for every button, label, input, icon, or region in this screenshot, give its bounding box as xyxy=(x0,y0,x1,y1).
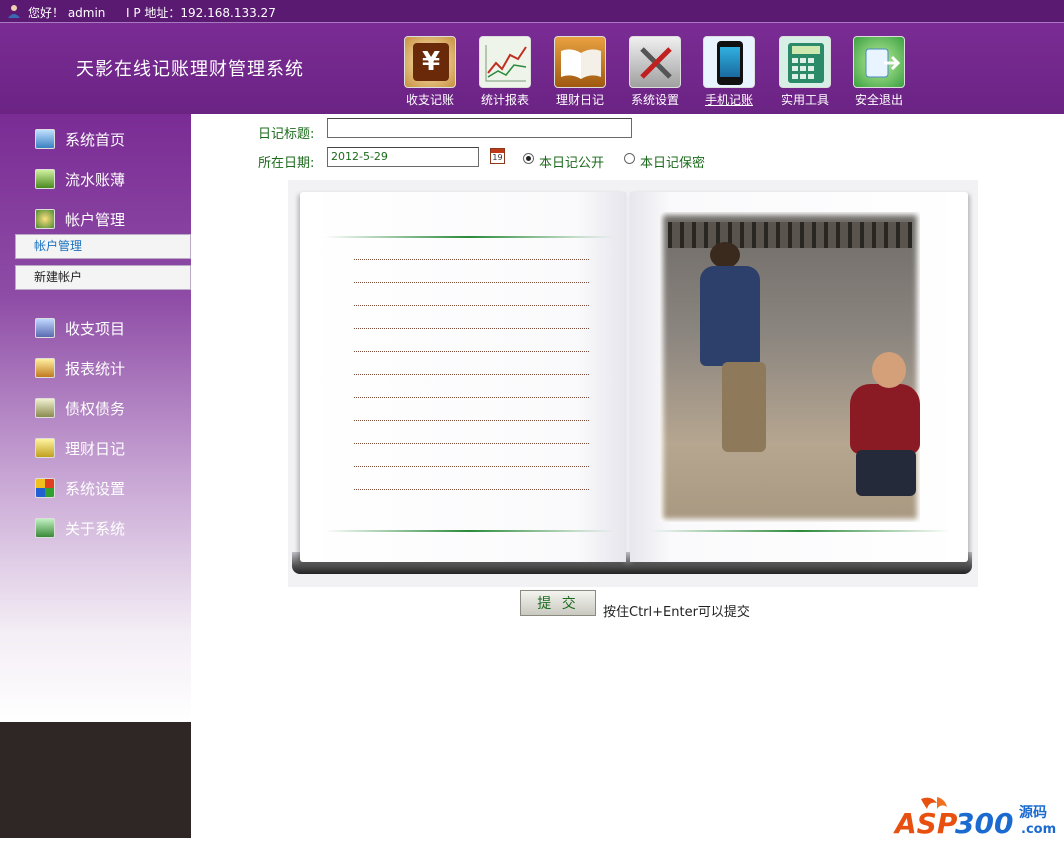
debt-icon xyxy=(35,398,55,418)
ledger-icon xyxy=(35,169,55,189)
radio-public[interactable] xyxy=(523,153,534,164)
sidebar-item-ledger[interactable]: 流水账薄 xyxy=(35,167,125,191)
radio-private[interactable] xyxy=(624,153,635,164)
toolbar-income-expense[interactable]: ¥ 收支记账 xyxy=(398,36,462,108)
svg-text:源码: 源码 xyxy=(1019,804,1047,821)
toolbar-safe-exit[interactable]: 安全退出 xyxy=(847,36,911,108)
diary-date-label: 所在日期: xyxy=(258,156,315,171)
submit-button[interactable]: 提 交 xyxy=(520,590,596,616)
account-icon xyxy=(35,209,55,229)
header: 天影在线记账理财管理系统 ¥ 收支记账 统计报表 理财日记 系统设置 手机记账 … xyxy=(0,23,1064,114)
kids-wall-photo xyxy=(660,212,920,522)
sidebar-item-home[interactable]: 系统首页 xyxy=(35,127,125,151)
submit-hint: 按住Ctrl+Enter可以提交 xyxy=(603,605,750,620)
radio-private-label: 本日记保密 xyxy=(640,156,706,171)
svg-text:ASP: ASP xyxy=(893,807,958,838)
svg-text:.com: .com xyxy=(1021,822,1056,837)
mobile-phone-icon xyxy=(703,36,755,88)
sidebar-item-about[interactable]: 关于系统 xyxy=(35,516,125,540)
diary-icon xyxy=(35,438,55,458)
sidebar-item-income-expense-items[interactable]: 收支项目 xyxy=(35,316,125,340)
diary-book xyxy=(288,180,978,587)
stats-icon xyxy=(35,358,55,378)
sidebar-footer xyxy=(0,722,191,838)
radio-public-label: 本日记公开 xyxy=(539,156,605,171)
sidebar-sub-account-manage[interactable]: 帐户管理 xyxy=(15,234,191,259)
windows-settings-icon xyxy=(35,478,55,498)
chart-report-icon xyxy=(479,36,531,88)
svg-text:300: 300 xyxy=(955,807,1013,838)
home-icon xyxy=(35,129,55,149)
diary-writing-page[interactable] xyxy=(300,192,626,562)
calculator-icon xyxy=(779,36,831,88)
toolbar-finance-diary[interactable]: 理财日记 xyxy=(548,36,612,108)
toolbar-system-settings[interactable]: 系统设置 xyxy=(623,36,687,108)
system-title: 天影在线记账理财管理系统 xyxy=(76,59,304,80)
open-book-icon xyxy=(554,36,606,88)
exit-icon xyxy=(853,36,905,88)
calendar-icon[interactable]: 19 xyxy=(490,148,505,164)
diary-title-label: 日记标题: xyxy=(258,127,315,142)
user-icon xyxy=(8,5,20,18)
diary-title-input[interactable] xyxy=(327,118,632,138)
ip-address-text: I P 地址：192.168.133.27 xyxy=(126,6,276,20)
sidebar-item-account[interactable]: 帐户管理 xyxy=(35,207,125,231)
sidebar-item-report-stats[interactable]: 报表统计 xyxy=(35,356,125,380)
diary-date-input[interactable]: 2012-5-29 xyxy=(327,147,479,167)
greeting-text: 您好！ admin xyxy=(28,6,106,20)
sidebar-item-debt[interactable]: 债权债务 xyxy=(35,396,125,420)
yuan-ledger-icon: ¥ xyxy=(404,36,456,88)
toolbar-mobile-accounting[interactable]: 手机记账 xyxy=(697,36,761,108)
top-info-bar: 您好！ admin I P 地址：192.168.133.27 xyxy=(0,0,1064,23)
tools-icon xyxy=(629,36,681,88)
about-icon xyxy=(35,518,55,538)
toolbar-utilities[interactable]: 实用工具 xyxy=(773,36,837,108)
sidebar-sub-new-account[interactable]: 新建帐户 xyxy=(15,265,191,290)
sidebar-item-diary[interactable]: 理财日记 xyxy=(35,436,125,460)
toolbar-statistics[interactable]: 统计报表 xyxy=(473,36,537,108)
items-icon xyxy=(35,318,55,338)
sidebar-item-settings[interactable]: 系统设置 xyxy=(35,476,125,500)
asp300-logo: ASP 300 源码 .com xyxy=(893,795,1063,840)
